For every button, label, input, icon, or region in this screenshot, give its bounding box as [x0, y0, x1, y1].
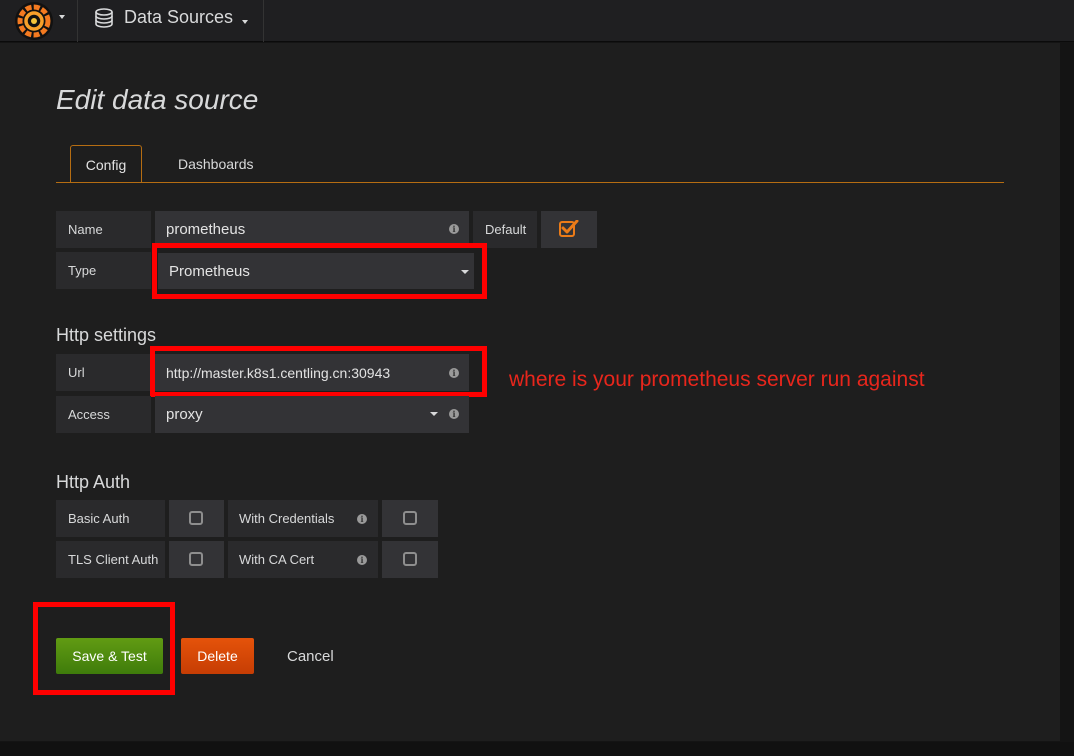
access-value: proxy	[166, 406, 203, 423]
breadcrumb-data-sources[interactable]: Data Sources	[79, 0, 264, 42]
page-title: Edit data source	[56, 84, 259, 115]
with-credentials-checkbox[interactable]	[382, 500, 438, 537]
database-icon	[95, 8, 113, 28]
access-select[interactable]: proxy	[155, 396, 469, 433]
info-icon[interactable]: i	[449, 224, 459, 234]
basic-auth-checkbox[interactable]	[169, 500, 224, 537]
info-icon[interactable]: i	[357, 514, 367, 524]
highlight-box-type	[152, 243, 487, 299]
grafana-logo-icon[interactable]	[14, 1, 54, 41]
checkbox-icon	[189, 552, 203, 566]
with-ca-cert-checkbox[interactable]	[382, 541, 438, 578]
delete-button[interactable]: Delete	[181, 638, 254, 674]
tls-client-auth-label: TLS Client Auth	[56, 541, 165, 578]
with-ca-cert-label: With CA Cert	[228, 541, 378, 578]
checkmark-icon	[559, 220, 579, 237]
name-value: prometheus	[166, 221, 246, 238]
bottom-bar	[0, 742, 1074, 756]
highlight-box-url	[150, 346, 487, 397]
access-label: Access	[56, 396, 151, 433]
http-settings-title: Http settings	[56, 325, 157, 345]
http-auth-title: Http Auth	[56, 472, 131, 492]
chevron-down-icon	[59, 15, 65, 19]
tab-dashboards[interactable]: Dashboards	[178, 145, 254, 182]
default-checkbox[interactable]	[541, 211, 597, 248]
name-label: Name	[56, 211, 151, 248]
url-label: Url	[56, 354, 151, 391]
highlight-box-save	[33, 602, 175, 695]
checkbox-icon	[403, 511, 417, 525]
top-navbar: Data Sources	[0, 0, 1074, 42]
cancel-button[interactable]: Cancel	[287, 638, 337, 674]
info-icon[interactable]: i	[449, 409, 459, 419]
chevron-down-icon	[242, 20, 248, 24]
checkbox-icon	[189, 511, 203, 525]
breadcrumb-label: Data Sources	[124, 7, 234, 27]
type-label: Type	[56, 252, 151, 289]
annotation-note: where is your prometheus server run agai…	[509, 368, 925, 391]
tls-client-auth-checkbox[interactable]	[169, 541, 224, 578]
info-icon[interactable]: i	[357, 555, 367, 565]
with-credentials-label: With Credentials	[228, 500, 378, 537]
checkbox-icon	[403, 552, 417, 566]
logo-menu[interactable]	[0, 0, 78, 42]
chevron-down-icon	[430, 412, 438, 416]
tab-config[interactable]: Config	[70, 145, 142, 183]
basic-auth-label: Basic Auth	[56, 500, 165, 537]
tabs-divider	[56, 182, 1004, 183]
